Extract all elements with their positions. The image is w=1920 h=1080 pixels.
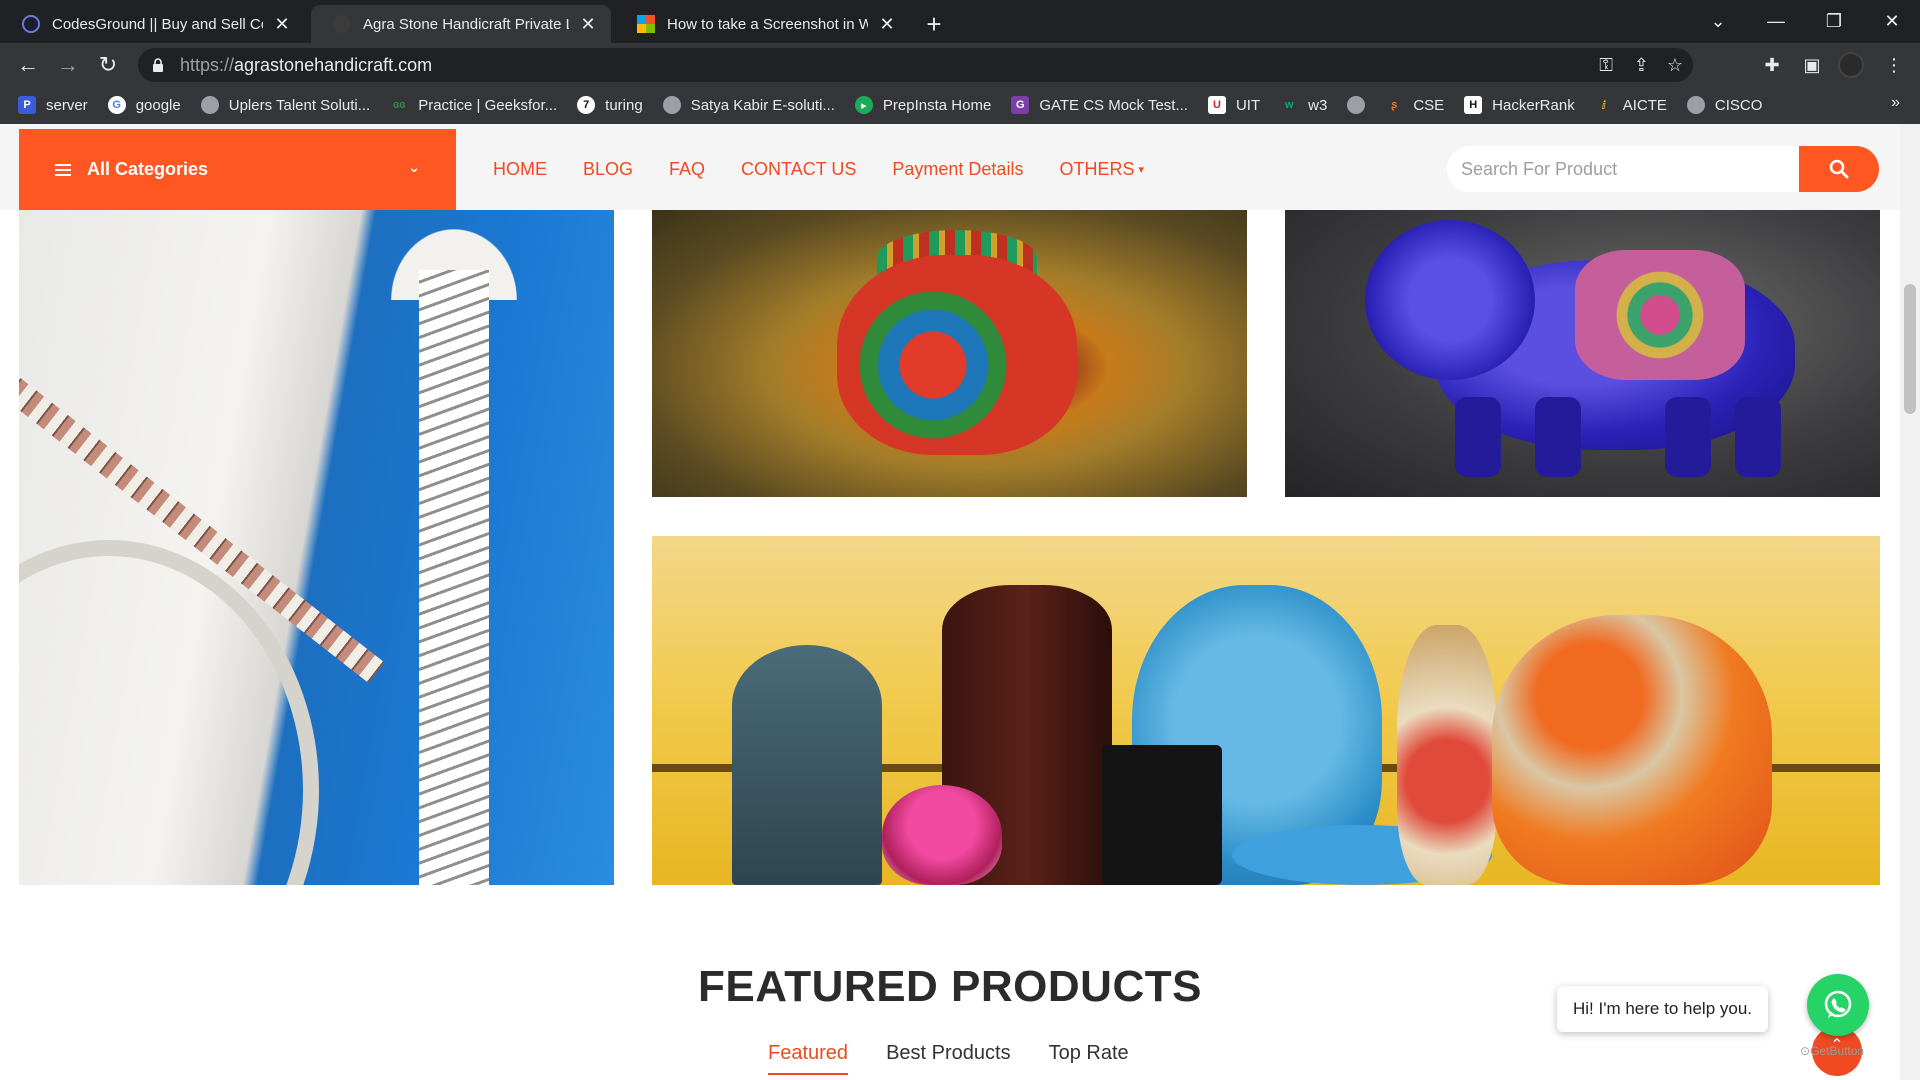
hackerrank-icon: H (1464, 96, 1483, 114)
hamburger-icon (55, 163, 71, 176)
bookmark-cisco[interactable]: CISCO (1686, 96, 1762, 114)
codesground-favicon (22, 15, 40, 33)
site-navigation: All Categories ⌄ HOME BLOG FAQ CONTACT U… (0, 124, 1900, 210)
nav-others[interactable]: OTHERS ▾ (1059, 159, 1144, 180)
lock-icon[interactable] (152, 58, 164, 72)
bookmarks-overflow-button[interactable]: » (1891, 94, 1900, 112)
featured-tabs: Featured Best Products Top Rate (768, 1042, 1167, 1075)
chevron-down-icon: ⌄ (408, 159, 420, 175)
nav-others-label: OTHERS (1059, 159, 1135, 179)
gate-icon: G (1011, 96, 1030, 114)
bookmark-globe[interactable] (1347, 96, 1366, 114)
tab-best-products[interactable]: Best Products (886, 1042, 1011, 1075)
globe-icon (200, 96, 219, 114)
uit-icon: U (1207, 96, 1226, 114)
microsoft-favicon (637, 15, 655, 33)
browser-tab-codesground[interactable]: CodesGround || Buy and Sell Cod ✕ (0, 5, 305, 43)
whatsapp-icon (1824, 990, 1852, 1018)
window-close-icon[interactable]: ✕ (1864, 0, 1920, 43)
browser-tab-strip: CodesGround || Buy and Sell Cod ✕ Agra S… (0, 0, 1920, 43)
globe-icon (1347, 96, 1366, 114)
all-categories-dropdown[interactable]: All Categories ⌄ (19, 129, 456, 210)
nav-blog[interactable]: BLOG (583, 159, 633, 180)
banner-elephant-image[interactable] (1285, 210, 1880, 497)
bookmark-google[interactable]: Ggoogle (107, 96, 181, 114)
bookmark-uplers[interactable]: Uplers Talent Soluti... (200, 96, 370, 114)
scrollbar-thumb[interactable] (1904, 284, 1916, 414)
search-input[interactable]: Search For Product (1447, 146, 1799, 192)
banner-taj-mahal-image[interactable] (19, 210, 614, 885)
bookmark-star-icon[interactable]: ☆ (1667, 48, 1683, 82)
tab-title: Agra Stone Handicraft Private Lin (363, 15, 569, 33)
search-button[interactable] (1799, 146, 1879, 192)
all-categories-label: All Categories (87, 159, 209, 179)
w3-icon: w (1284, 99, 1294, 111)
reload-icon[interactable]: ↻ (92, 49, 124, 81)
prepinsta-icon: ▸ (854, 96, 873, 114)
profile-avatar[interactable] (1838, 52, 1864, 78)
page-scrollbar[interactable] (1900, 124, 1920, 1080)
browser-tab-screenshot[interactable]: How to take a Screenshot in Win ✕ (615, 5, 910, 43)
bookmark-w3[interactable]: w w3 (1280, 96, 1327, 114)
bookmark-hackerrank[interactable]: H HackerRank (1464, 96, 1575, 114)
cse-icon: ʂ (1391, 99, 1398, 111)
globe-icon (1686, 96, 1705, 114)
tab-search-icon[interactable]: ⌄ (1690, 0, 1746, 43)
turing-icon: 7 (577, 96, 596, 114)
new-tab-button[interactable]: + (918, 8, 950, 40)
bookmark-prepinsta[interactable]: ▸ PrepInsta Home (854, 96, 991, 114)
agrastone-favicon (333, 15, 351, 33)
close-icon[interactable]: ✕ (579, 14, 597, 35)
globe-icon (662, 96, 681, 114)
page-viewport: All Categories ⌄ HOME BLOG FAQ CONTACT U… (0, 124, 1920, 1080)
tab-top-rate[interactable]: Top Rate (1049, 1042, 1129, 1075)
nav-payment-details[interactable]: Payment Details (892, 159, 1023, 180)
bookmark-satya-kabir[interactable]: Satya Kabir E-soluti... (662, 96, 835, 114)
banner-painted-kettle-image[interactable] (652, 210, 1247, 497)
address-bar[interactable]: https://agrastonehandicraft.com ⚿ ⇪ ☆ (138, 48, 1693, 82)
product-search: Search For Product (1447, 146, 1879, 192)
restore-icon[interactable]: ❐ (1806, 0, 1862, 43)
aicte-icon: ⅈ (1601, 99, 1606, 112)
p-icon: P (18, 96, 36, 114)
menu-dots-icon[interactable]: ⋮ (1878, 49, 1910, 81)
bookmark-gate-cs[interactable]: G GATE CS Mock Test... (1011, 96, 1188, 114)
key-icon[interactable]: ⚿ (1599, 48, 1613, 82)
bookmark-uit[interactable]: U UIT (1207, 96, 1260, 114)
close-icon[interactable]: ✕ (878, 14, 896, 35)
side-panel-icon[interactable]: ▣ (1796, 49, 1828, 81)
main-menu: HOME BLOG FAQ CONTACT US Payment Details… (493, 129, 1180, 210)
extensions-icon[interactable]: ✚ (1756, 49, 1788, 81)
bookmark-aicte[interactable]: ⅈ AICTE (1595, 96, 1667, 114)
bookmarks-bar: Pserver Ggoogle Uplers Talent Soluti... … (0, 86, 1920, 124)
search-icon (1829, 159, 1849, 179)
nav-home[interactable]: HOME (493, 159, 547, 180)
browser-toolbar: ← → ↻ https://agrastonehandicraft.com ⚿ … (0, 43, 1920, 86)
chat-greeting-bubble[interactable]: Hi! I'm here to help you. (1557, 986, 1768, 1032)
minimize-icon[interactable]: — (1748, 0, 1804, 43)
banner-handicrafts-collection-image[interactable] (652, 536, 1880, 885)
whatsapp-chat-button[interactable] (1807, 974, 1869, 1036)
tab-title: CodesGround || Buy and Sell Cod (52, 15, 263, 33)
nav-contact-us[interactable]: CONTACT US (741, 159, 856, 180)
bookmark-turing[interactable]: 7 turing (577, 96, 643, 114)
bookmark-geeksforgeeks[interactable]: ɞɞ Practice | Geeksfor... (390, 96, 557, 114)
close-icon[interactable]: ✕ (273, 14, 291, 35)
forward-icon[interactable]: → (52, 49, 84, 81)
chevron-down-icon: ▾ (1138, 164, 1144, 176)
share-icon[interactable]: ⇪ (1634, 48, 1649, 82)
gfg-icon: ɞɞ (392, 99, 406, 111)
google-icon: G (107, 96, 126, 114)
nav-faq[interactable]: FAQ (669, 159, 705, 180)
bookmark-server[interactable]: Pserver (18, 96, 88, 114)
tab-title: How to take a Screenshot in Win (667, 15, 868, 33)
url-text: https://agrastonehandicraft.com (180, 54, 433, 75)
getbutton-credit: ⊙GetButton (1800, 1044, 1865, 1058)
bookmark-cse[interactable]: ʂ CSE (1385, 96, 1444, 114)
browser-tab-agrastone[interactable]: Agra Stone Handicraft Private Lin ✕ (311, 5, 611, 43)
tab-featured[interactable]: Featured (768, 1042, 849, 1075)
back-icon[interactable]: ← (12, 49, 44, 81)
